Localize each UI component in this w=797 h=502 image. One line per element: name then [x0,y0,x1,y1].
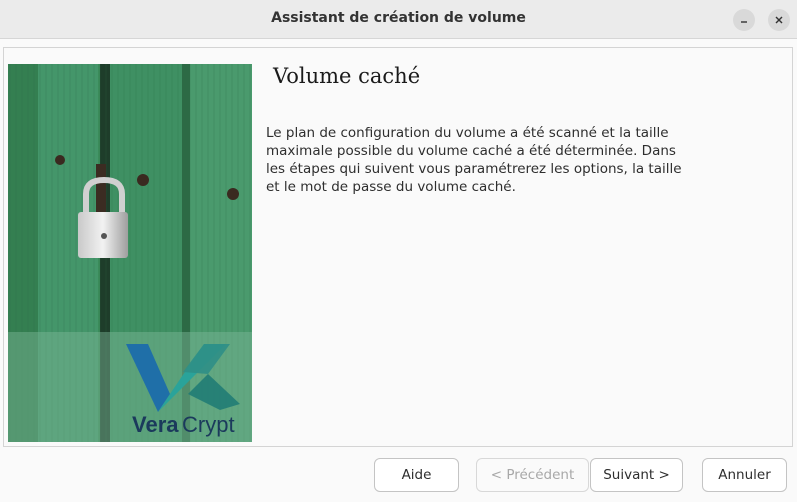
previous-button[interactable]: < Précédent [476,458,589,492]
brand-vera: Vera [132,412,179,437]
title-bar: Assistant de création de volume [0,0,797,39]
veracrypt-banner-image: Vera Crypt [8,64,252,442]
page-title: Volume caché [273,64,421,88]
close-icon [775,16,783,24]
page-description: Le plan de configuration du volume a été… [266,125,682,195]
cancel-button[interactable]: Annuler [702,458,787,492]
minimize-icon [741,21,747,23]
next-button[interactable]: Suivant > [590,458,683,492]
brand-crypt: Crypt [182,412,235,437]
window-title: Assistant de création de volume [271,10,526,26]
help-button[interactable]: Aide [374,458,459,492]
minimize-button[interactable] [733,9,755,31]
close-button[interactable] [768,9,790,31]
